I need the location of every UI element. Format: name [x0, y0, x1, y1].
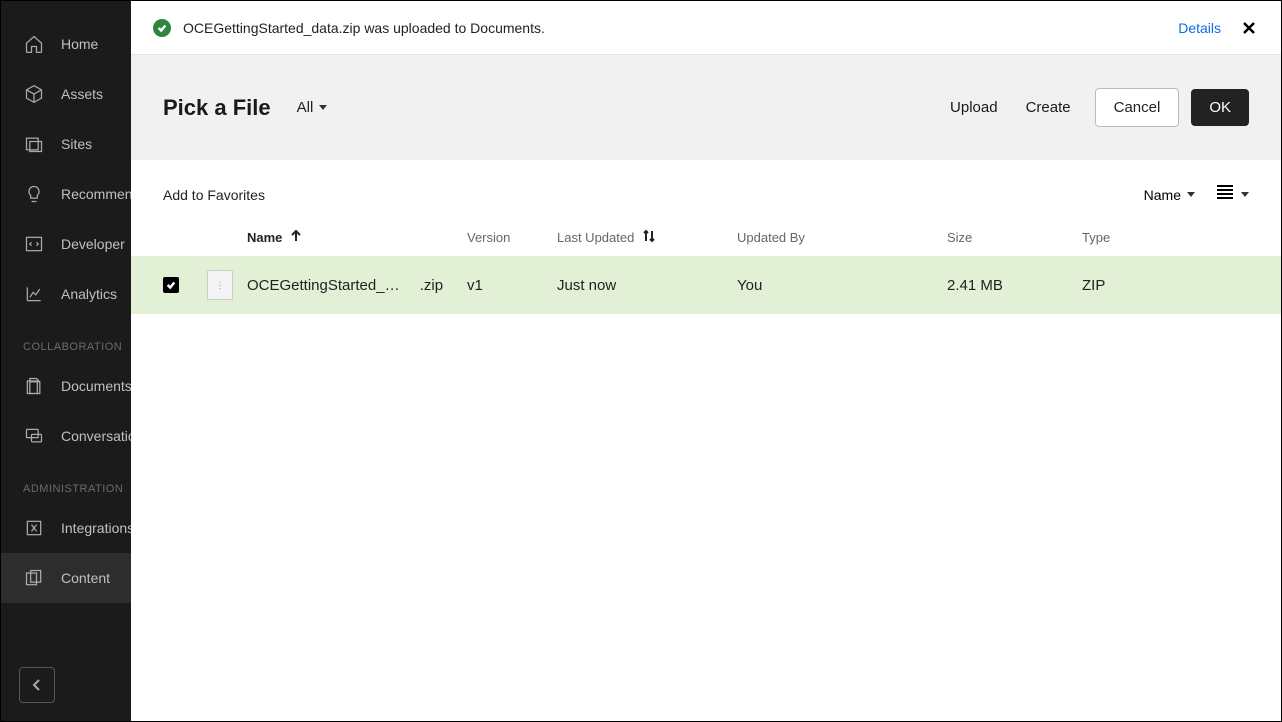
zip-file-icon: ⋮: [207, 270, 233, 300]
home-icon: [23, 33, 45, 55]
ok-button[interactable]: OK: [1191, 89, 1249, 126]
create-button[interactable]: Create: [1012, 89, 1085, 126]
sidebar-section-administration: ADMINISTRATION: [1, 461, 131, 503]
sidebar-item-label: Recommendations: [61, 186, 131, 202]
sidebar-item-label: Documents: [61, 378, 131, 394]
sort-ascending-icon: [290, 229, 302, 246]
sidebar-collapse-button[interactable]: [19, 667, 55, 703]
file-version: v1: [467, 277, 557, 294]
notification-details-link[interactable]: Details: [1178, 20, 1221, 36]
chat-icon: [23, 425, 45, 447]
column-updated-by[interactable]: Updated By: [737, 230, 947, 245]
sidebar-item-label: Integrations: [61, 520, 131, 536]
view-toggle[interactable]: [1215, 184, 1249, 205]
sidebar-item-conversations[interactable]: Conversations: [1, 411, 131, 461]
sidebar-item-label: Sites: [61, 136, 92, 152]
column-name[interactable]: Name: [247, 229, 467, 246]
chevron-down-icon: [1187, 192, 1195, 197]
success-check-icon: [153, 19, 171, 37]
chevron-down-icon: [319, 105, 327, 110]
cube-icon: [23, 83, 45, 105]
sidebar-item-developer[interactable]: Developer: [1, 219, 131, 269]
chevron-down-icon: [1241, 192, 1249, 197]
sidebar-item-sites[interactable]: Sites: [1, 119, 131, 169]
sort-icon: [642, 229, 656, 246]
file-type: ZIP: [1082, 277, 1172, 294]
sidebar-item-assets[interactable]: Assets: [1, 69, 131, 119]
sidebar-item-label: Content: [61, 570, 110, 586]
row-checkbox[interactable]: [163, 277, 179, 293]
column-last-updated[interactable]: Last Updated: [557, 229, 737, 246]
close-icon[interactable]: [1239, 18, 1259, 38]
filter-label: All: [297, 99, 314, 116]
column-version[interactable]: Version: [467, 230, 557, 245]
upload-button[interactable]: Upload: [936, 89, 1012, 126]
sidebar-item-integrations[interactable]: Integrations: [1, 503, 131, 553]
file-extension: .zip: [420, 277, 443, 294]
sidebar-item-label: Analytics: [61, 286, 117, 302]
toolbar: Pick a File All Upload Create Cancel OK: [131, 55, 1281, 160]
column-size[interactable]: Size: [947, 230, 1082, 245]
table-header: Name Version Last Updated Updated By Siz…: [131, 219, 1281, 256]
sidebar-item-label: Conversations: [61, 428, 131, 444]
sidebar: Home Assets Sites Recommendations Develo…: [1, 1, 131, 721]
add-to-favorites-button[interactable]: Add to Favorites: [163, 187, 265, 203]
table-row[interactable]: ⋮ OCEGettingStarted_… .zip v1 Just now Y…: [131, 256, 1281, 314]
cancel-button[interactable]: Cancel: [1095, 88, 1180, 127]
list-view-icon: [1215, 184, 1235, 205]
content-icon: [23, 567, 45, 589]
code-icon: [23, 233, 45, 255]
sort-dropdown[interactable]: Name: [1144, 187, 1195, 203]
sidebar-item-documents[interactable]: Documents: [1, 361, 131, 411]
document-icon: [23, 375, 45, 397]
sidebar-item-content[interactable]: Content: [1, 553, 131, 603]
sidebar-item-label: Assets: [61, 86, 103, 102]
sidebar-item-home[interactable]: Home: [1, 19, 131, 69]
bulb-icon: [23, 183, 45, 205]
sidebar-item-label: Developer: [61, 236, 125, 252]
actions-row: Add to Favorites Name: [131, 160, 1281, 219]
column-type[interactable]: Type: [1082, 230, 1172, 245]
chart-icon: [23, 283, 45, 305]
file-name: OCEGettingStarted_…: [247, 277, 400, 294]
notification-bar: OCEGettingStarted_data.zip was uploaded …: [131, 1, 1281, 55]
file-last-updated: Just now: [557, 277, 737, 294]
page-title: Pick a File: [163, 95, 271, 121]
sidebar-section-collaboration: COLLABORATION: [1, 319, 131, 361]
plugin-icon: [23, 517, 45, 539]
file-size: 2.41 MB: [947, 277, 1082, 294]
sidebar-item-label: Home: [61, 36, 98, 52]
main-panel: OCEGettingStarted_data.zip was uploaded …: [131, 1, 1281, 721]
sidebar-item-recommendations[interactable]: Recommendations: [1, 169, 131, 219]
file-updated-by: You: [737, 277, 947, 294]
layout-icon: [23, 133, 45, 155]
notification-message: OCEGettingStarted_data.zip was uploaded …: [183, 20, 1178, 36]
sort-label: Name: [1144, 187, 1181, 203]
sidebar-item-analytics[interactable]: Analytics: [1, 269, 131, 319]
filter-dropdown[interactable]: All: [297, 99, 328, 116]
